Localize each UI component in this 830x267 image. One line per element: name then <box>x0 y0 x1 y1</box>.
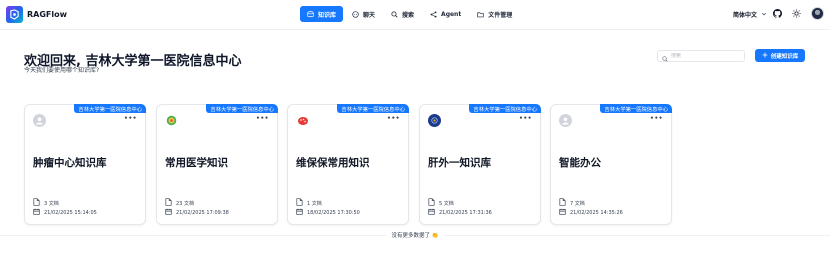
nav-tab-search[interactable]: 搜索 <box>384 6 421 22</box>
doc-count-label: 1 文档 <box>307 200 322 207</box>
knowledge-base-name: 肝外一知识库 <box>428 157 491 169</box>
calendar-icon <box>428 208 435 217</box>
updated-time: 21/02/2025 17:31:36 <box>428 208 492 217</box>
more-options-icon[interactable]: ••• <box>256 115 269 122</box>
top-navigation-bar: RAGFlow 知识库 聊天 搜索 Agent 文件管理 简体中文 <box>0 0 830 30</box>
sun-icon[interactable] <box>791 8 801 18</box>
knowledge-base-name: 肿瘤中心知识库 <box>33 157 107 169</box>
more-options-icon[interactable]: ••• <box>124 115 137 122</box>
search-icon <box>391 10 398 18</box>
brand[interactable]: RAGFlow <box>6 6 67 23</box>
updated-time-label: 21/02/2025 15:14:05 <box>44 209 97 216</box>
document-icon <box>559 198 566 208</box>
user-avatar[interactable] <box>811 7 824 20</box>
language-label: 简体中文 <box>733 12 758 19</box>
owner-badge: 吉林大学第一医院信息中心 <box>337 104 409 113</box>
updated-time: 21/02/2025 17:09:38 <box>165 208 229 217</box>
knowledge-base-search[interactable] <box>657 50 745 62</box>
language-selector[interactable]: 简体中文 <box>733 10 767 19</box>
database-icon <box>307 10 314 18</box>
create-button-label: 创建知识库 <box>770 53 799 60</box>
knowledge-base-name: 常用医学知识 <box>165 157 228 169</box>
doc-count: 23 文档 <box>165 198 194 208</box>
knowledge-base-card[interactable]: 吉林大学第一医院信息中心 ••• 维保保常用知识 1 文档 18/02/2025… <box>287 104 409 225</box>
nav-label: 知识库 <box>318 11 337 19</box>
nav-label: 搜索 <box>402 11 415 19</box>
nav-label: 文件管理 <box>488 11 513 19</box>
document-icon <box>428 198 435 208</box>
doc-count: 3 文档 <box>33 198 59 208</box>
updated-time-label: 18/02/2025 17:30:50 <box>307 209 360 216</box>
doc-count-label: 3 文档 <box>44 200 59 207</box>
navy-emblem-icon <box>428 114 441 127</box>
folder-icon <box>477 11 484 18</box>
document-icon <box>296 198 303 208</box>
calendar-icon <box>296 208 303 217</box>
document-icon <box>165 198 172 208</box>
owner-badge: 吉林大学第一医院信息中心 <box>469 104 541 113</box>
owner-badge: 吉林大学第一医院信息中心 <box>206 104 278 113</box>
nav-label: Agent <box>441 10 462 18</box>
agent-graph-icon <box>430 10 437 18</box>
red-piggy-icon <box>296 114 309 127</box>
chevron-down-icon <box>761 11 767 19</box>
knowledge-base-card[interactable]: 吉林大学第一医院信息中心 ••• 常用医学知识 23 文档 21/02/2025… <box>156 104 278 225</box>
doc-count-label: 5 文档 <box>439 200 454 207</box>
knowledge-base-card[interactable]: 吉林大学第一医院信息中心 ••• 智能办公 7 文档 21/02/2025 14… <box>550 104 672 225</box>
default-user-icon <box>559 114 572 127</box>
updated-time: 18/02/2025 17:30:50 <box>296 208 360 217</box>
calendar-icon <box>559 208 566 217</box>
default-user-icon <box>33 114 46 127</box>
updated-time-label: 21/02/2025 17:09:38 <box>176 209 229 216</box>
updated-time: 21/02/2025 15:14:05 <box>33 208 97 217</box>
document-icon <box>33 198 40 208</box>
github-icon[interactable] <box>772 8 782 18</box>
doc-count: 7 文档 <box>559 198 585 208</box>
owner-badge: 吉林大学第一医院信息中心 <box>600 104 672 113</box>
doc-count: 1 文档 <box>296 198 322 208</box>
more-options-icon[interactable]: ••• <box>650 115 663 122</box>
ragflow-logo-icon <box>6 6 23 23</box>
create-knowledge-base-button[interactable]: 创建知识库 <box>755 49 805 62</box>
nav-tab-agent[interactable]: Agent <box>423 6 468 22</box>
plus-icon <box>762 52 768 60</box>
more-options-icon[interactable]: ••• <box>519 115 532 122</box>
knowledge-base-name: 智能办公 <box>559 157 601 169</box>
green-badge-icon <box>165 114 178 127</box>
owner-badge: 吉林大学第一医院信息中心 <box>74 104 146 113</box>
app-name: RAGFlow <box>27 10 68 19</box>
page-subtitle: 今天我们要使用哪个知识库? <box>24 67 100 74</box>
knowledge-base-card[interactable]: 吉林大学第一医院信息中心 ••• 肝外一知识库 5 文档 21/02/2025 … <box>419 104 541 225</box>
doc-count: 5 文档 <box>428 198 454 208</box>
chat-bubble-icon <box>352 10 359 18</box>
updated-time-label: 21/02/2025 14:35:26 <box>570 209 623 216</box>
search-input[interactable] <box>671 53 731 59</box>
main-nav: 知识库 聊天 搜索 Agent 文件管理 <box>300 6 519 22</box>
calendar-icon <box>165 208 172 217</box>
knowledge-base-name: 维保保常用知识 <box>296 157 370 169</box>
more-options-icon[interactable]: ••• <box>387 115 400 122</box>
updated-time: 21/02/2025 14:35:26 <box>559 208 623 217</box>
doc-count-label: 23 文档 <box>176 200 194 207</box>
doc-count-label: 7 文档 <box>570 200 585 207</box>
knowledge-base-card[interactable]: 吉林大学第一医院信息中心 ••• 肿瘤中心知识库 3 文档 21/02/2025… <box>24 104 146 225</box>
nav-tab-knowledge-base[interactable]: 知识库 <box>300 6 344 22</box>
search-icon <box>662 47 668 66</box>
nav-label: 聊天 <box>363 11 376 19</box>
nav-tab-file-management[interactable]: 文件管理 <box>470 6 519 22</box>
calendar-icon <box>33 208 40 217</box>
no-more-data-note: 没有更多数据了 👏 <box>391 233 439 239</box>
updated-time-label: 21/02/2025 17:31:36 <box>439 209 492 216</box>
nav-tab-chat[interactable]: 聊天 <box>345 6 382 22</box>
